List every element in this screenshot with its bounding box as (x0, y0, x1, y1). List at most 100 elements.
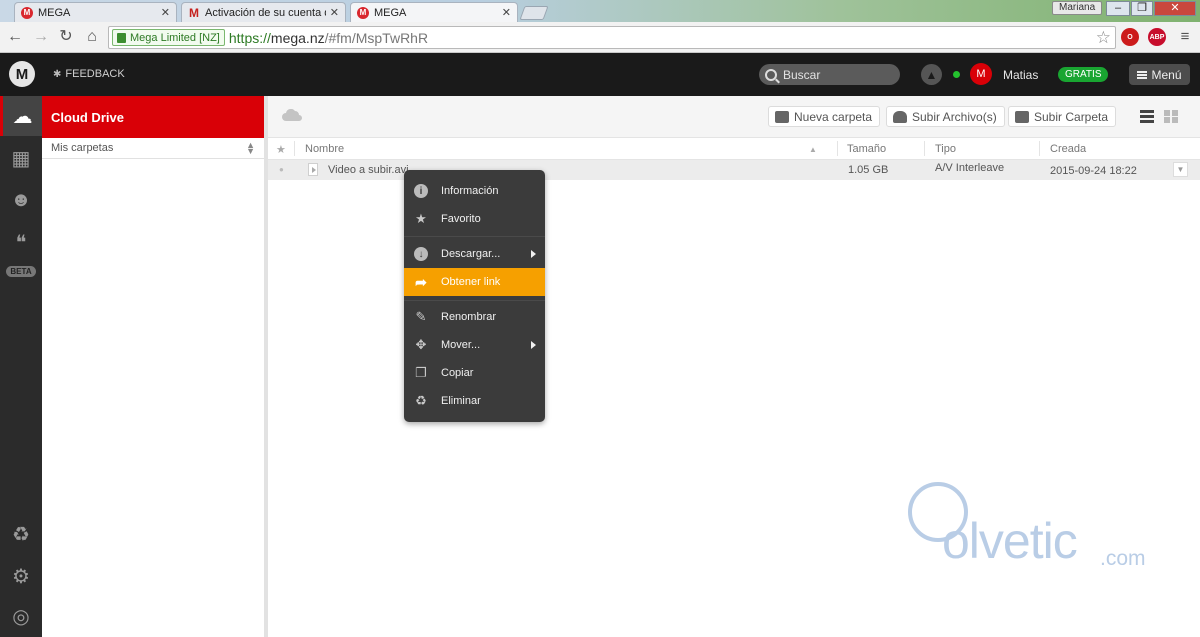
home-icon[interactable]: ⌂ (82, 27, 102, 47)
folder-tree-panel: Cloud Drive Mis carpetas ▲ ▼ (42, 96, 268, 637)
url-scheme: https:// (228, 29, 271, 46)
menu-item-label: Mover... (441, 339, 481, 351)
search-icon (765, 68, 777, 81)
chrome-menu-icon[interactable]: ≡ (1175, 27, 1195, 47)
breadcrumb-cloud-icon[interactable] (282, 109, 302, 121)
upload-cloud-icon (893, 110, 907, 123)
watermark-domain: .com (1100, 547, 1146, 570)
mega-top-bar: M ✱ FEEDBACK Buscar ▲ M Matias GRATIS Me… (0, 53, 1200, 96)
rubbish-bin-icon[interactable]: ♻ (0, 514, 42, 554)
browser-tab-strip: M MEGA ✕ M Activación de su cuenta d ✕ M… (0, 0, 1200, 22)
menu-item-label: Favorito (441, 213, 481, 225)
transfers-icon[interactable]: ◎ (0, 596, 42, 636)
menu-item-label: Descargar... (441, 248, 501, 260)
grid-view-icon[interactable] (1164, 110, 1178, 123)
table-header: ★ Nombre ▲ Tamaño Tipo Creada (268, 138, 1200, 160)
tree-sort-label: Mis carpetas (51, 142, 114, 154)
menu-item-label: Información (441, 185, 499, 197)
column-created[interactable]: Creada (1050, 143, 1086, 155)
column-divider (924, 141, 925, 156)
recycle-icon: ♻ (415, 393, 427, 408)
main-menu-button[interactable]: Menú (1129, 64, 1190, 85)
tree-sort-selector[interactable]: Mis carpetas ▲ ▼ (42, 138, 264, 159)
feedback-label: FEEDBACK (65, 68, 125, 80)
contacts-icon[interactable]: ☻ (0, 180, 42, 220)
bookmark-star-icon[interactable]: ☆ (1096, 28, 1111, 48)
file-toolbar: Nueva carpeta Subir Archivo(s) Subir Car… (268, 96, 1200, 138)
favorite-toggle-icon[interactable]: ● (279, 165, 284, 174)
column-name[interactable]: Nombre (305, 143, 344, 155)
tab-label: MEGA (374, 6, 407, 19)
search-input[interactable]: Buscar (759, 64, 900, 85)
menu-item-favorite[interactable]: ★ Favorito (404, 205, 545, 233)
upload-files-button[interactable]: Subir Archivo(s) (886, 106, 1005, 127)
link-arrow-icon: ➦ (415, 273, 427, 290)
list-view-icon[interactable] (1140, 110, 1154, 123)
sort-ascending-icon[interactable]: ▲ (809, 145, 817, 154)
security-badge[interactable]: Mega Limited [NZ] (112, 29, 225, 46)
close-tab-icon[interactable]: ✕ (330, 6, 339, 19)
new-folder-label: Nueva carpeta (794, 109, 873, 124)
cloud-drive-icon[interactable]: ☁ (0, 96, 42, 136)
browser-tab-mega-active[interactable]: M MEGA ✕ (350, 2, 518, 22)
cloud-drive-header[interactable]: Cloud Drive (42, 96, 264, 138)
online-status-dot (953, 71, 960, 78)
close-window-button[interactable]: ✕ (1154, 1, 1196, 16)
url-host: mega.nz (270, 29, 325, 46)
row-dropdown-icon[interactable]: ▼ (1173, 162, 1188, 177)
adblock-plus-icon[interactable]: ABP (1148, 28, 1166, 46)
address-bar[interactable]: Mega Limited [NZ] https://mega.nz/#fm/Ms… (108, 26, 1116, 49)
file-name: Video a subir.avi (328, 164, 409, 176)
avatar[interactable]: M (970, 63, 992, 85)
profile-button[interactable]: Mariana (1052, 1, 1103, 15)
submenu-arrow-icon (531, 250, 536, 258)
url-text: https://mega.nz/#fm/MspTwRhR (229, 30, 428, 46)
column-size[interactable]: Tamaño (847, 143, 886, 155)
column-divider (837, 141, 838, 156)
menu-item-delete[interactable]: ♻ Eliminar (404, 387, 545, 415)
back-arrow-icon[interactable]: ← (5, 27, 25, 47)
mega-logo[interactable]: M (9, 61, 35, 87)
menu-item-label: Copiar (441, 367, 474, 379)
opera-icon[interactable]: O (1121, 28, 1139, 46)
gmail-icon: M (189, 5, 199, 20)
menu-item-move[interactable]: ✥ Mover... (404, 331, 545, 359)
forward-arrow-icon[interactable]: → (31, 27, 51, 47)
menu-item-label: Obtener link (441, 276, 501, 288)
settings-gear-icon[interactable]: ⚙ (0, 556, 42, 596)
close-tab-icon[interactable]: ✕ (161, 6, 170, 19)
column-divider (294, 141, 295, 156)
browser-tab-mega-1[interactable]: M MEGA ✕ (14, 2, 177, 22)
mega-icon: M (21, 6, 33, 19)
new-folder-button[interactable]: Nueva carpeta (768, 106, 881, 127)
favorite-column-star-icon[interactable]: ★ (276, 143, 286, 156)
new-tab-button[interactable] (519, 6, 549, 20)
video-file-icon (308, 163, 318, 176)
menu-item-download[interactable]: ↓ Descargar... (404, 240, 545, 268)
column-divider (1039, 141, 1040, 156)
bell-icon[interactable]: ▲ (921, 64, 942, 85)
move-icon: ✥ (415, 337, 427, 352)
chat-icon[interactable]: ❝ (0, 222, 42, 262)
upload-folder-button[interactable]: Subir Carpeta (1008, 106, 1117, 127)
username[interactable]: Matias (1003, 68, 1038, 82)
shared-folders-icon[interactable]: ▦ (0, 138, 42, 178)
menu-item-info[interactable]: i Información (404, 177, 545, 205)
upload-folder-label: Subir Carpeta (1034, 109, 1109, 124)
restore-button[interactable]: ❐ (1131, 1, 1153, 16)
menu-divider (404, 300, 545, 301)
close-tab-icon[interactable]: ✕ (502, 6, 511, 19)
menu-item-copy[interactable]: ❐ Copiar (404, 359, 545, 387)
search-placeholder: Buscar (783, 67, 821, 82)
menu-item-label: Eliminar (441, 395, 481, 407)
column-type[interactable]: Tipo (935, 143, 956, 155)
menu-item-rename[interactable]: ✎ Renombrar (404, 303, 545, 331)
menu-item-get-link[interactable]: ➦ Obtener link (404, 268, 545, 296)
browser-tab-gmail[interactable]: M Activación de su cuenta d ✕ (181, 2, 346, 22)
feedback-button[interactable]: ✱ FEEDBACK (53, 68, 125, 80)
file-created: 2015-09-24 18:22 (1050, 165, 1137, 177)
context-menu: i Información ★ Favorito ↓ Descargar... … (404, 170, 545, 422)
reload-icon[interactable]: ↻ (56, 27, 76, 47)
plan-badge[interactable]: GRATIS (1058, 67, 1109, 82)
minimize-button[interactable]: – (1106, 1, 1130, 16)
